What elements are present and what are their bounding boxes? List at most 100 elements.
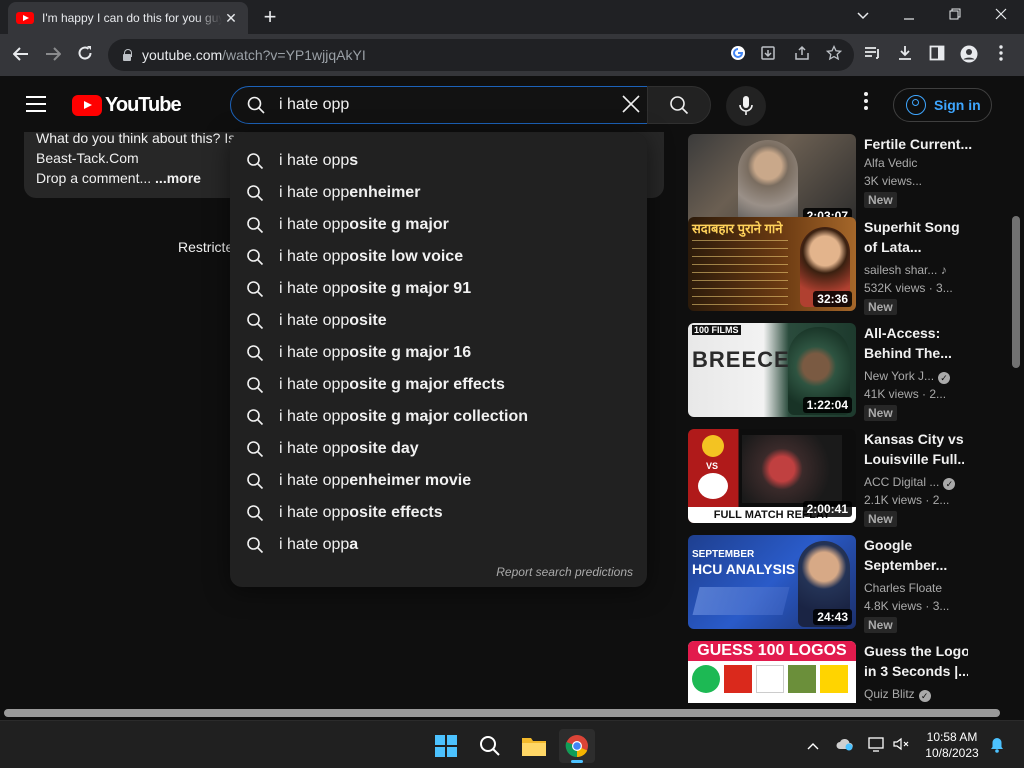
show-more-link[interactable]: ...more <box>155 170 201 186</box>
show-hidden-icons-chevron-icon[interactable] <box>804 737 822 755</box>
search-suggestion[interactable]: i hate opp osite day <box>230 433 647 465</box>
suggestion-completion: osite g major <box>349 216 449 233</box>
channel-name[interactable]: New York J... ✓ <box>864 369 951 384</box>
suggestion-search-icon <box>247 505 264 522</box>
back-arrow-icon[interactable] <box>8 42 34 68</box>
notification-bell-icon[interactable] <box>988 737 1006 755</box>
video-thumbnail[interactable]: GUESS 100 LOGOS <box>688 641 856 703</box>
suggestion-completion: s <box>349 152 359 169</box>
video-thumbnail[interactable]: SEPTEMBER HCU ANALYSIS 24:43 <box>688 535 856 629</box>
search-suggestion[interactable]: i hate opp enheimer movie <box>230 465 647 497</box>
suggestion-search-icon <box>247 249 264 266</box>
channel-name[interactable]: Charles Floate <box>864 581 942 595</box>
windows-start-icon[interactable] <box>428 729 464 763</box>
suggestion-prefix: i hate opp <box>279 536 350 553</box>
video-title: Louisville Full... <box>864 451 964 467</box>
share-icon[interactable] <box>792 45 812 65</box>
video-duration: 1:22:04 <box>802 397 852 413</box>
related-video-card[interactable]: 100 FILMS BREECE 1:22:04 All-Access: Beh… <box>688 323 1008 423</box>
related-video-card[interactable]: SEPTEMBER HCU ANALYSIS 24:43 Google Sept… <box>688 535 1008 635</box>
search-suggestion[interactable]: i hate opp osite g major <box>230 209 647 241</box>
video-thumbnail[interactable]: सदाबहार पुराने गाने 32:36 <box>688 217 856 311</box>
chrome-menu-icon[interactable] <box>990 45 1012 67</box>
sign-in-button[interactable]: Sign in <box>893 88 992 122</box>
browser-tab[interactable]: I'm happy I can do this for you guys ✕ <box>8 2 248 34</box>
suggestion-prefix: i hate opp <box>279 280 350 297</box>
suggestion-completion: osite g major 91 <box>349 280 472 297</box>
video-thumbnail[interactable]: VS FULL MATCH REPLAY 2:00:41 <box>688 429 856 523</box>
side-panel-icon[interactable] <box>926 45 948 67</box>
youtube-favicon-icon <box>16 12 34 24</box>
search-suggestion[interactable]: i hate opp osite effects <box>230 497 647 529</box>
search-suggestion[interactable]: i hate opp osite low voice <box>230 241 647 273</box>
reload-icon[interactable] <box>72 42 98 68</box>
verified-check-icon: ✓ <box>918 690 931 702</box>
search-suggestion[interactable]: i hate opp osite g major effects <box>230 369 647 401</box>
video-thumbnail[interactable]: 2:03:07 <box>688 134 856 228</box>
bookmark-star-icon[interactable] <box>824 44 844 65</box>
settings-more-icon[interactable] <box>856 92 876 116</box>
clear-search-icon[interactable] <box>619 94 643 118</box>
file-explorer-icon[interactable] <box>516 729 552 763</box>
suggestion-search-icon <box>247 409 264 426</box>
search-suggestion[interactable]: i hate opp enheimer <box>230 177 647 209</box>
channel-name[interactable]: ACC Digital ... ✓ <box>864 475 956 490</box>
forward-arrow-icon[interactable] <box>40 42 66 68</box>
search-suggestion[interactable]: i hate opp osite <box>230 305 647 337</box>
tab-close-icon[interactable]: ✕ <box>222 10 240 27</box>
install-app-icon[interactable] <box>758 45 778 65</box>
thumbnail-graph <box>692 587 790 615</box>
related-video-card[interactable]: VS FULL MATCH REPLAY 2:00:41 Kansas City… <box>688 429 1008 529</box>
google-lens-icon[interactable] <box>728 45 748 65</box>
download-icon[interactable] <box>894 45 916 67</box>
search-suggestion[interactable]: i hate opp osite g major 91 <box>230 273 647 305</box>
search-button[interactable] <box>647 86 711 124</box>
search-suggestion[interactable]: i hate opp osite g major 16 <box>230 337 647 369</box>
restore-icon[interactable] <box>940 4 970 26</box>
chrome-taskbar-icon[interactable] <box>559 729 595 763</box>
youtube-logo[interactable]: YouTube <box>72 94 182 117</box>
lock-icon[interactable] <box>122 49 132 61</box>
logo-tile <box>724 665 752 693</box>
thumbnail-text: BREECE <box>692 347 790 372</box>
search-suggestion[interactable]: i hate opp a <box>230 529 647 561</box>
clock-date: 10/8/2023 <box>925 746 979 760</box>
new-tab-button[interactable]: + <box>258 4 282 30</box>
horizontal-scrollbar[interactable] <box>4 709 1000 717</box>
close-window-icon[interactable] <box>986 4 1016 26</box>
thumbnail-vs: VS <box>706 461 719 471</box>
video-thumbnail[interactable]: 100 FILMS BREECE 1:22:04 <box>688 323 856 417</box>
system-clock[interactable]: 10:58 AM 10/8/2023 <box>920 729 984 761</box>
suggestions-list: i hate opp s i hate opp enheimer i hate opp o… <box>230 145 647 561</box>
vertical-scrollbar[interactable] <box>1012 216 1020 368</box>
channel-name[interactable]: Alfa Vedic <box>864 156 917 170</box>
report-search-predictions-link[interactable]: Report search predictions <box>496 565 633 579</box>
onedrive-cloud-icon[interactable] <box>836 737 854 755</box>
minimize-icon[interactable] <box>894 4 924 26</box>
suggestion-completion: osite low voice <box>349 248 464 265</box>
suggestion-search-icon <box>247 441 264 458</box>
video-title: September... <box>864 557 948 573</box>
suggestion-prefix: i hate opp <box>279 408 350 425</box>
hamburger-menu-icon[interactable] <box>26 96 46 112</box>
profile-icon[interactable] <box>958 45 980 67</box>
search-box[interactable] <box>230 86 648 124</box>
address-bar[interactable]: youtube.com/watch?v=YP1wjjqAkYI <box>108 39 854 71</box>
logo-tile <box>788 665 816 693</box>
channel-name-text: New York J... <box>864 369 935 383</box>
related-video-card[interactable]: सदाबहार पुराने गाने 32:36 Superhit Song … <box>688 217 1008 317</box>
network-display-icon[interactable] <box>868 737 886 755</box>
taskbar-search-icon[interactable] <box>472 729 508 763</box>
volume-muted-icon[interactable] <box>892 737 910 755</box>
search-suggestion[interactable]: i hate opp s <box>230 145 647 177</box>
search-input[interactable] <box>279 96 599 114</box>
suggestion-search-icon <box>247 473 264 490</box>
search-suggestion[interactable]: i hate opp osite g major collection <box>230 401 647 433</box>
voice-search-button[interactable] <box>726 86 766 126</box>
media-queue-icon[interactable] <box>862 45 884 67</box>
tab-search-chevron-icon[interactable] <box>848 4 878 26</box>
logo-tile <box>756 665 784 693</box>
channel-name[interactable]: Quiz Blitz ✓ <box>864 687 931 702</box>
channel-name[interactable]: sailesh shar... ♪ <box>864 263 947 277</box>
verified-check-icon: ✓ <box>938 372 951 384</box>
